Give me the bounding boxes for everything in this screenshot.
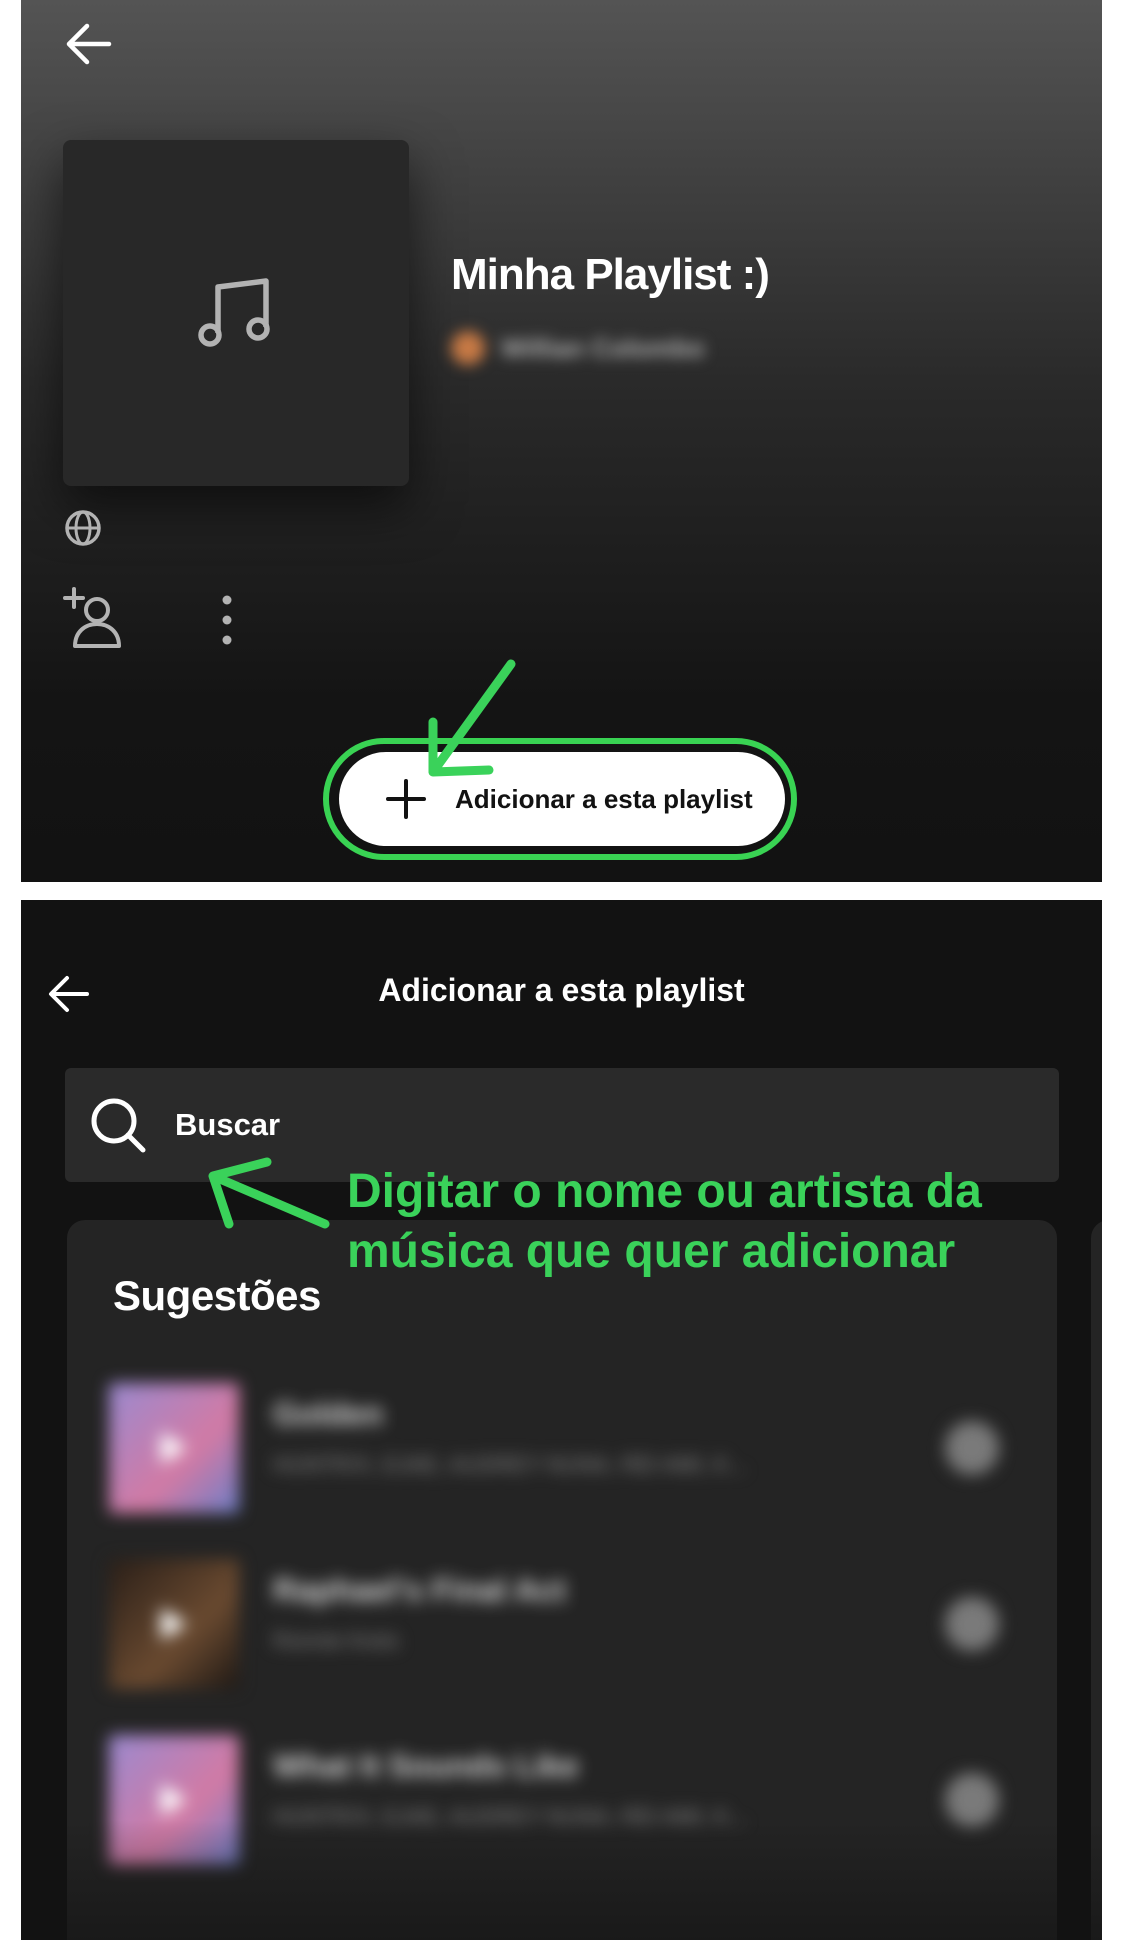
playlist-owner[interactable]: Willian Colombo: [451, 330, 704, 366]
globe-icon: [65, 510, 101, 546]
add-user-icon: [63, 587, 121, 648]
list-fade: [21, 1820, 1102, 1940]
track-artist: Ronnie Kreis: [273, 1628, 399, 1653]
track-artist: HUNTR/X, EJAE, AUDREY NUNA, REI AMI, K..…: [273, 1452, 747, 1477]
add-collaborator-button[interactable]: [61, 586, 127, 652]
back-button[interactable]: [59, 14, 119, 74]
track-thumbnail[interactable]: [109, 1559, 239, 1689]
suggestions-list: Golden HUNTR/X, EJAE, AUDREY NUNA, REI A…: [67, 1360, 1057, 1888]
add-track-button[interactable]: [945, 1421, 999, 1475]
add-track-button[interactable]: [945, 1773, 999, 1827]
music-note-icon: [198, 278, 270, 347]
suggestions-title: Sugestões: [113, 1272, 321, 1319]
playlist-cover[interactable]: [63, 140, 409, 486]
list-item[interactable]: Raphael's Final Act Ronnie Kreis: [67, 1536, 1057, 1712]
list-item[interactable]: Golden HUNTR/X, EJAE, AUDREY NUNA, REI A…: [67, 1360, 1057, 1536]
track-title: Raphael's Final Act: [273, 1572, 566, 1608]
add-track-button[interactable]: [945, 1597, 999, 1651]
avatar: [451, 331, 485, 365]
search-icon: [91, 1098, 146, 1153]
add-songs-screen: Adicionar a esta playlist Buscar Sugestõ…: [21, 900, 1102, 1940]
annotation-arrow: [208, 1157, 330, 1229]
more-options-icon: [222, 595, 232, 645]
play-icon: [161, 1432, 187, 1464]
playlist-screen: Minha Playlist :) Willian Colombo Adicio…: [21, 0, 1102, 882]
annotation-arrow: [428, 659, 516, 777]
track-thumbnail[interactable]: [109, 1383, 239, 1513]
track-title: Golden: [273, 1396, 384, 1432]
owner-name: Willian Colombo: [501, 332, 705, 363]
more-options-button[interactable]: [207, 590, 247, 650]
play-icon: [161, 1784, 187, 1816]
annotation-text: Digitar o nome ou artista da música que …: [347, 1165, 982, 1278]
page-title: Adicionar a esta playlist: [378, 972, 745, 1008]
track-title: What It Sounds Like: [273, 1748, 579, 1784]
search-placeholder: Buscar: [175, 1107, 281, 1142]
back-arrow-icon: [66, 23, 112, 65]
visibility-button[interactable]: [61, 506, 105, 550]
play-icon: [161, 1608, 187, 1640]
playlist-title: Minha Playlist :): [451, 250, 770, 299]
